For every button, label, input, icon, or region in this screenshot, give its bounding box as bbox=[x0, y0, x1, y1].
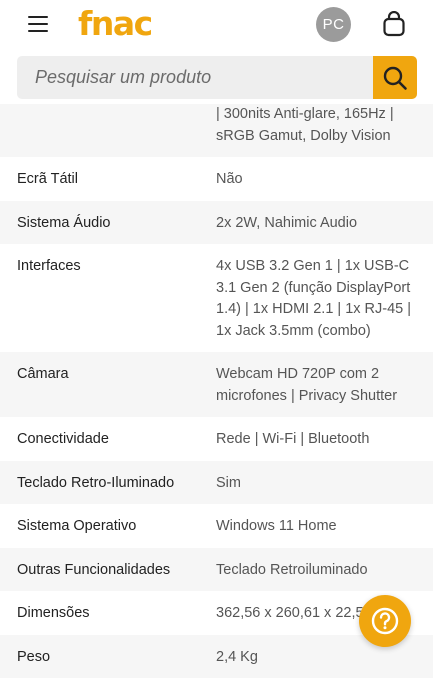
spec-value: 2x 2W, Nahimic Audio bbox=[216, 214, 358, 231]
table-row: Interfaces 4x USB 3.2 Gen 1 | 1x USB-C 3… bbox=[0, 244, 433, 352]
search-bar bbox=[17, 56, 417, 99]
table-row: Sistema Áudio 2x 2W, Nahimic Audio bbox=[0, 200, 433, 244]
spec-label: Interfaces bbox=[17, 258, 81, 274]
spec-value: Sim bbox=[216, 474, 241, 491]
spec-value: 2,4 Kg bbox=[216, 648, 258, 665]
search-button[interactable] bbox=[373, 56, 417, 99]
table-row: Ecrã Tátil Não bbox=[0, 157, 433, 201]
table-row: | 300nits Anti-glare, 165Hz | sRGB Gamut… bbox=[0, 104, 433, 157]
spec-value: | 300nits Anti-glare, 165Hz | sRGB Gamut… bbox=[216, 106, 394, 144]
spec-value: Windows 11 Home bbox=[216, 518, 337, 534]
spec-label bbox=[0, 104, 216, 147]
spec-label: Peso bbox=[17, 648, 51, 665]
spec-label: Dimensões bbox=[17, 605, 90, 621]
spec-label: Sistema Operativo bbox=[17, 518, 137, 534]
spec-value: Rede | Wi-Fi | Bluetooth bbox=[216, 431, 370, 447]
spec-label: Outras Funcionalidades bbox=[17, 561, 171, 578]
hamburger-menu-icon[interactable] bbox=[28, 14, 50, 34]
spec-label: Conectividade bbox=[17, 431, 109, 447]
spec-value: Teclado Retroiluminado bbox=[216, 561, 368, 578]
avatar[interactable]: PC bbox=[316, 7, 351, 42]
spec-value: 4x USB 3.2 Gen 1 | 1x USB-C 3.1 Gen 2 (f… bbox=[216, 258, 412, 339]
shopping-bag-icon[interactable] bbox=[382, 10, 406, 37]
spec-label: Ecrã Tátil bbox=[17, 171, 78, 187]
question-mark-icon bbox=[371, 607, 399, 635]
specs-table: | 300nits Anti-glare, 165Hz | sRGB Gamut… bbox=[0, 104, 433, 678]
spec-label: Teclado Retro-Iluminado bbox=[17, 474, 175, 491]
spec-value: Webcam HD 720P com 2 microfones | Privac… bbox=[216, 366, 398, 404]
table-row: Conectividade Rede | Wi-Fi | Bluetooth bbox=[0, 417, 433, 461]
help-button[interactable] bbox=[359, 595, 411, 647]
spec-label: Câmara bbox=[17, 366, 69, 382]
table-row: Câmara Webcam HD 720P com 2 microfones |… bbox=[0, 352, 433, 417]
table-row: Teclado Retro-Iluminado Sim bbox=[0, 460, 433, 504]
spec-value: Não bbox=[216, 171, 243, 187]
table-row: Sistema Operativo Windows 11 Home bbox=[0, 504, 433, 548]
spec-label: Sistema Áudio bbox=[17, 214, 111, 231]
table-row: Outras Funcionalidades Teclado Retroilum… bbox=[0, 547, 433, 591]
magnifier-icon bbox=[383, 66, 407, 90]
header: fnac PC bbox=[0, 0, 433, 104]
fnac-logo[interactable]: fnac bbox=[78, 4, 153, 43]
search-input[interactable] bbox=[17, 56, 373, 99]
